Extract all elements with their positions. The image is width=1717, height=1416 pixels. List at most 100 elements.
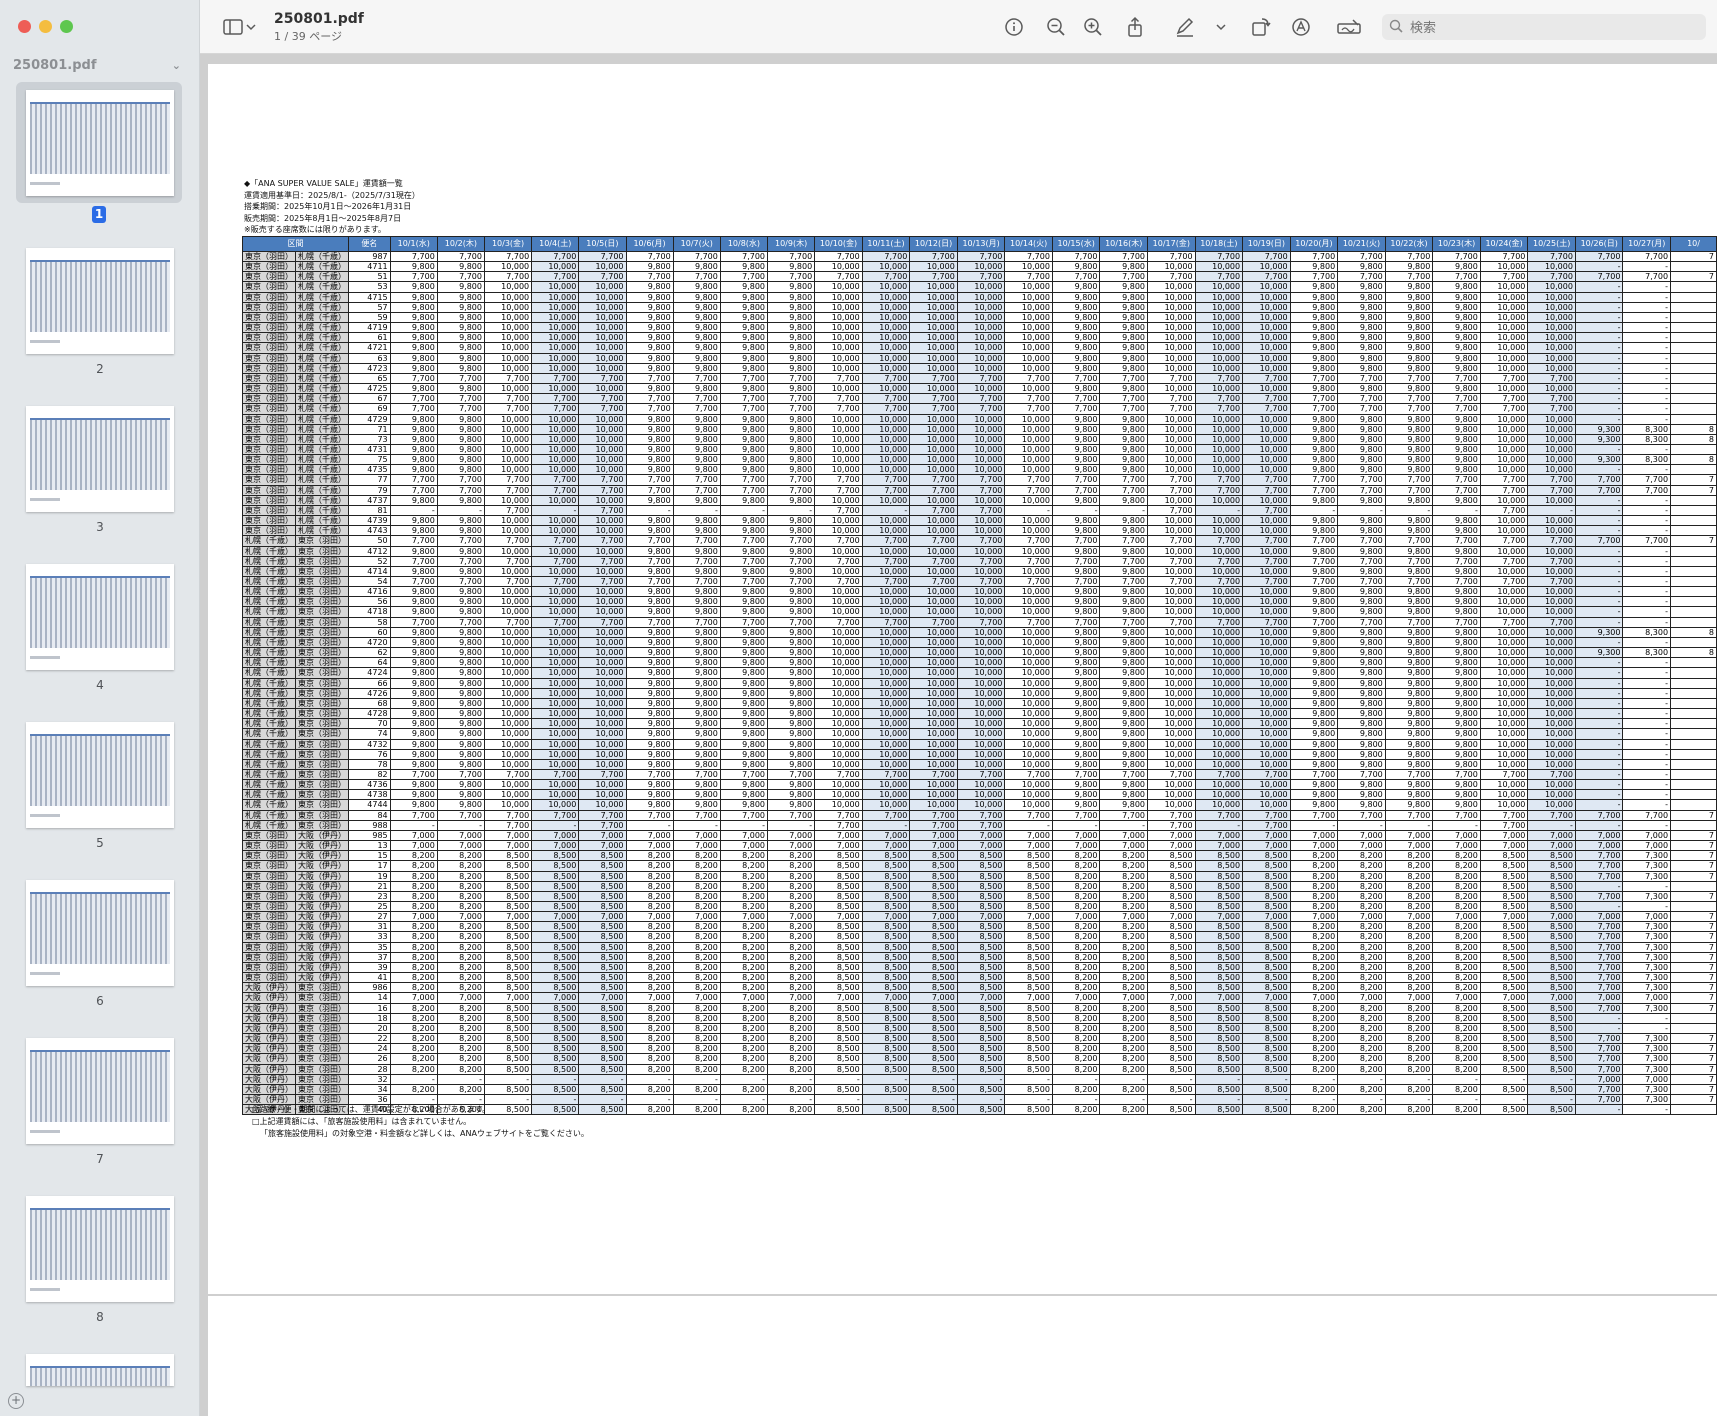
page-thumbnail[interactable] <box>26 564 174 670</box>
share-icon[interactable] <box>1124 16 1146 38</box>
fare-cell: - <box>1622 799 1672 811</box>
fare-cell: 8,200 <box>1099 1063 1149 1075</box>
fare-cell: 10,000 <box>1527 606 1576 618</box>
fare-cell: 10,000 <box>909 799 958 811</box>
close-window-button[interactable] <box>18 20 31 33</box>
fare-cell: 10,000 <box>1194 606 1244 618</box>
fare-cell: 10,000 <box>531 636 580 649</box>
fare-cell: 9,800 <box>1099 342 1149 354</box>
fare-cell: 7,000 <box>1384 840 1434 852</box>
fare-cell: 8,200 <box>1051 900 1101 913</box>
fare-cell: 8,500 <box>578 941 627 953</box>
fare-cell: 9,800 <box>1384 718 1434 730</box>
route-destination: 東京（羽田） <box>295 768 349 781</box>
fare-cell: 9,800 <box>719 311 769 324</box>
search-input[interactable] <box>1408 17 1692 39</box>
fare-cell: 8,500 <box>956 972 1006 984</box>
page-thumbnail[interactable] <box>26 1196 174 1302</box>
fare-cell: - <box>1574 504 1624 517</box>
fare-cell: 10,000 <box>956 362 1006 374</box>
sidebar-document-header[interactable]: 250801.pdf ⌄ <box>13 58 181 80</box>
route-destination: 東京（羽田） <box>295 565 349 578</box>
fare-cell: - <box>1099 1093 1149 1106</box>
fare-cell: 10,000 <box>956 738 1006 750</box>
fare-cell: 8,500 <box>814 982 863 994</box>
fare-cell: 9,800 <box>719 423 769 435</box>
route-origin: 札幌（千歳） <box>242 626 296 638</box>
fare-cell: 7,700 <box>719 809 769 821</box>
fare-cell: - <box>1289 1093 1339 1106</box>
sidebar-toggle-icon[interactable] <box>222 16 244 38</box>
column-header-date: 10/12(日) <box>909 236 958 252</box>
fare-cell: 7,700 <box>531 372 580 385</box>
fare-cell: 9,800 <box>719 606 769 618</box>
fare-cell: 10,000 <box>814 687 863 699</box>
fare-cell: - <box>956 1093 1006 1106</box>
fare-cell: 8,200 <box>1289 1043 1339 1055</box>
fare-cell: 9,800 <box>767 738 816 750</box>
fare-cell: 9,800 <box>1384 647 1434 659</box>
fare-cell: 9,800 <box>767 586 816 598</box>
page-thumbnail[interactable] <box>26 90 174 196</box>
page-thumbnail[interactable] <box>26 406 174 512</box>
annotate-icon[interactable] <box>1290 16 1312 38</box>
fare-cell: 7,700 <box>578 474 627 486</box>
flight-number: 79 <box>348 484 391 496</box>
fare-cell: 10,000 <box>861 352 911 364</box>
fare-cell: 10,000 <box>1527 596 1576 608</box>
route-destination: 札幌（千歳） <box>295 250 349 263</box>
minimize-window-button[interactable] <box>39 20 52 33</box>
fare-cell: 7,700 <box>767 575 816 588</box>
fare-cell: 10,000 <box>483 342 533 354</box>
fare-cell: 8,200 <box>1384 1022 1434 1035</box>
info-icon[interactable] <box>1003 16 1025 38</box>
table-row: 札幌（千歳） 東京（羽田） 68 9,800 9,800 10,000 10,000 10,0… <box>242 697 1717 710</box>
fare-cell: 8,200 <box>1384 900 1434 913</box>
fare-cell: 8,200 <box>1099 1022 1149 1035</box>
fare-cell: 8,500 <box>1194 880 1244 892</box>
fare-cell: 8,500 <box>956 1083 1006 1095</box>
fare-cell: 7,000 <box>1004 992 1053 1004</box>
fare-cell: - <box>1574 372 1624 385</box>
fare-cell: 10,000 <box>861 423 911 435</box>
flight-number: 19 <box>348 870 391 882</box>
fare-cell: 10,000 <box>1194 718 1244 730</box>
fare-cell: 10,000 <box>1004 423 1053 435</box>
route-destination: 東京（羽田） <box>295 748 349 760</box>
search-field[interactable] <box>1382 14 1706 40</box>
fare-cell: 8,500 <box>1527 951 1576 963</box>
zoom-out-icon[interactable] <box>1045 16 1067 38</box>
form-fill-icon[interactable] <box>1336 16 1362 38</box>
fare-cell: 10,000 <box>909 301 958 313</box>
zoom-in-icon[interactable] <box>1082 16 1104 38</box>
fare-cell: 9,800 <box>1099 626 1149 638</box>
page-thumbnail[interactable] <box>26 1354 174 1386</box>
page-thumbnail[interactable] <box>26 1038 174 1144</box>
fare-cell: 7,700 <box>578 575 627 588</box>
flight-number: 4714 <box>348 565 391 578</box>
fare-cell: 9,800 <box>719 494 769 506</box>
fare-cell: 7,700 <box>1337 271 1386 283</box>
zoom-window-button[interactable] <box>60 20 73 33</box>
fare-cell: 8,500 <box>531 880 580 892</box>
page-thumbnail[interactable] <box>26 880 174 986</box>
page-thumbnail[interactable] <box>26 722 174 828</box>
flight-number: 4726 <box>348 687 391 699</box>
document-viewer[interactable]: ◆「ANA SUPER VALUE SALE」運賃額一覧 運賃適用基準日：202… <box>200 54 1717 1416</box>
fare-cell: - <box>1289 504 1339 517</box>
table-row: 札幌（千歳） 東京（羽田） 74 9,800 9,800 10,000 10,000 10,0… <box>242 728 1717 740</box>
chevron-down-icon[interactable] <box>246 16 256 38</box>
chevron-down-icon[interactable] <box>1216 16 1226 38</box>
page-thumbnail[interactable] <box>26 248 174 354</box>
fare-cell: 10,000 <box>1479 728 1529 740</box>
fare-cell: 10,000 <box>861 789 911 801</box>
rotate-icon[interactable] <box>1250 16 1272 38</box>
markup-pen-icon[interactable] <box>1174 16 1196 38</box>
fare-cell: 9,800 <box>719 596 769 608</box>
fare-cell: 7,000 <box>1051 911 1101 923</box>
fare-cell: 8,200 <box>672 870 721 882</box>
fare-cell: 7,700 <box>578 809 627 821</box>
add-icon[interactable]: + <box>8 1393 24 1409</box>
route-origin: 東京（羽田） <box>242 403 296 415</box>
fare-cell: 7,700 <box>1574 484 1624 496</box>
